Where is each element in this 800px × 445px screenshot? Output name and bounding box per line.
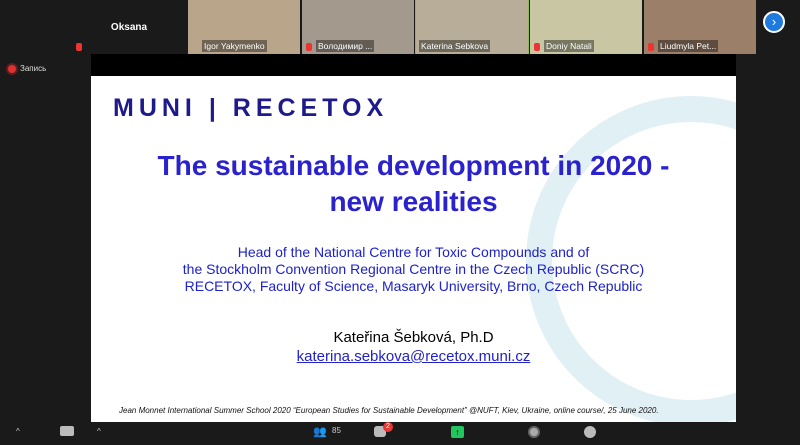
subtitle-line: RECETOX, Faculty of Science, Masaryk Uni… (184, 278, 643, 294)
reactions-icon[interactable] (584, 426, 596, 438)
video-off-icon[interactable] (60, 426, 74, 436)
video-tile[interactable]: Oksana (72, 0, 186, 54)
video-tile[interactable]: Igor Yakymenko (188, 0, 300, 54)
meeting-toolbar: ^ ^ 👥 85 2 ↑ (0, 422, 800, 445)
mic-muted-icon (76, 43, 82, 51)
record-button-icon[interactable] (528, 426, 540, 438)
participant-name: Володимир ... (316, 40, 375, 52)
audio-options-caret-icon[interactable]: ^ (16, 427, 20, 436)
video-tile[interactable]: Katerina Sebkova (415, 0, 529, 55)
recording-indicator[interactable]: Запись (8, 64, 46, 73)
author-name: Kateřina Šebková, Ph.D (333, 329, 494, 346)
record-icon (8, 64, 16, 73)
participants-icon[interactable]: 👥 (313, 425, 327, 438)
video-tile[interactable]: Liudmyla Pet... (644, 0, 756, 54)
participant-name: Oksana (110, 21, 148, 33)
shared-slide: MUNI | RECETOX The sustainable developme… (91, 76, 736, 422)
mic-muted-icon (534, 43, 540, 51)
participant-name: Doniy Natali (544, 40, 594, 52)
subtitle-line: the Stockholm Convention Regional Centre… (182, 261, 645, 277)
slide-subtitle: Head of the National Centre for Toxic Co… (91, 244, 736, 295)
title-line: new realities (329, 186, 498, 217)
mic-muted-icon (306, 43, 312, 51)
share-bar (91, 54, 736, 76)
title-line: The sustainable development in 2020 - (157, 150, 670, 181)
participants-count: 85 (332, 426, 341, 435)
video-tile[interactable]: Doniy Natali (530, 0, 642, 54)
recording-label: Запись (20, 64, 47, 73)
slide-footer: Jean Monnet International Summer School … (119, 406, 659, 415)
video-tile[interactable]: Володимир ... (302, 0, 414, 54)
next-page-button[interactable]: › (763, 11, 785, 33)
video-options-caret-icon[interactable]: ^ (97, 427, 101, 436)
participant-name: Liudmyla Pet... (658, 40, 719, 52)
slide-logo: MUNI | RECETOX (113, 94, 389, 122)
participant-name: Katerina Sebkova (419, 40, 491, 52)
subtitle-line: Head of the National Centre for Toxic Co… (237, 244, 590, 260)
video-strip: Oksana Igor Yakymenko Володимир ... Kate… (72, 0, 756, 55)
chat-badge: 2 (383, 422, 393, 432)
mic-muted-icon (648, 43, 654, 51)
share-screen-icon[interactable]: ↑ (451, 426, 464, 438)
author-email-link[interactable]: katerina.sebkova@recetox.muni.cz (297, 348, 531, 365)
participant-name: Igor Yakymenko (202, 40, 267, 52)
slide-author: Kateřina Šebková, Ph.D katerina.sebkova@r… (91, 328, 736, 366)
slide-title: The sustainable development in 2020 - new… (91, 148, 736, 220)
